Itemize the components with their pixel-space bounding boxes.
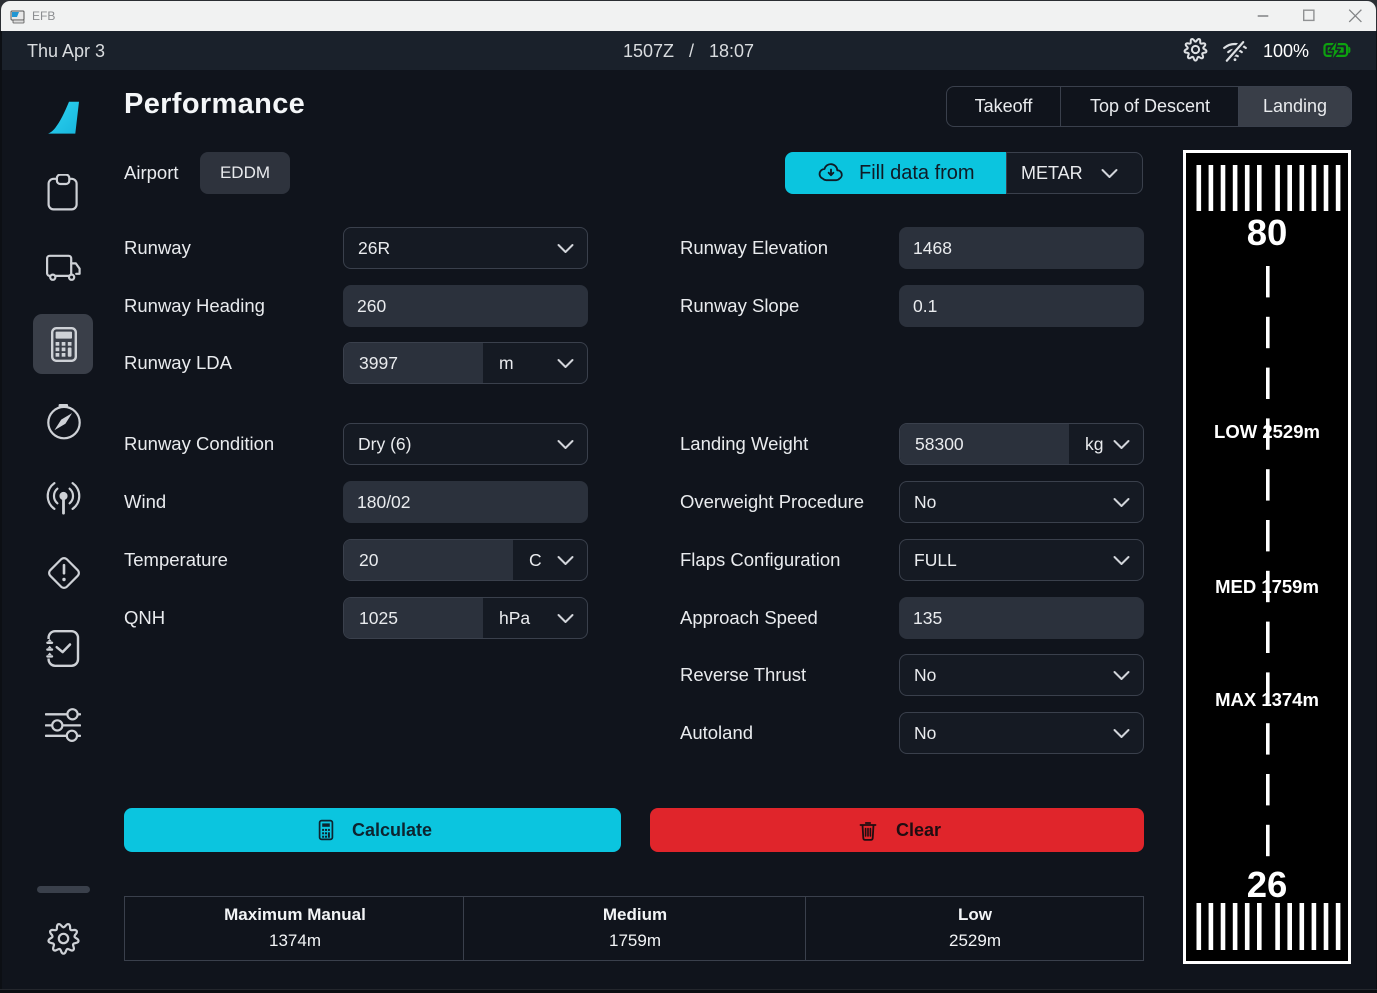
svg-text:MAX 1374m: MAX 1374m <box>1215 689 1319 710</box>
svg-text:MED 1759m: MED 1759m <box>1215 576 1319 597</box>
svg-text:80: 80 <box>1247 212 1288 253</box>
svg-text:LOW 2529m: LOW 2529m <box>1214 421 1320 442</box>
svg-text:26: 26 <box>1247 864 1288 905</box>
